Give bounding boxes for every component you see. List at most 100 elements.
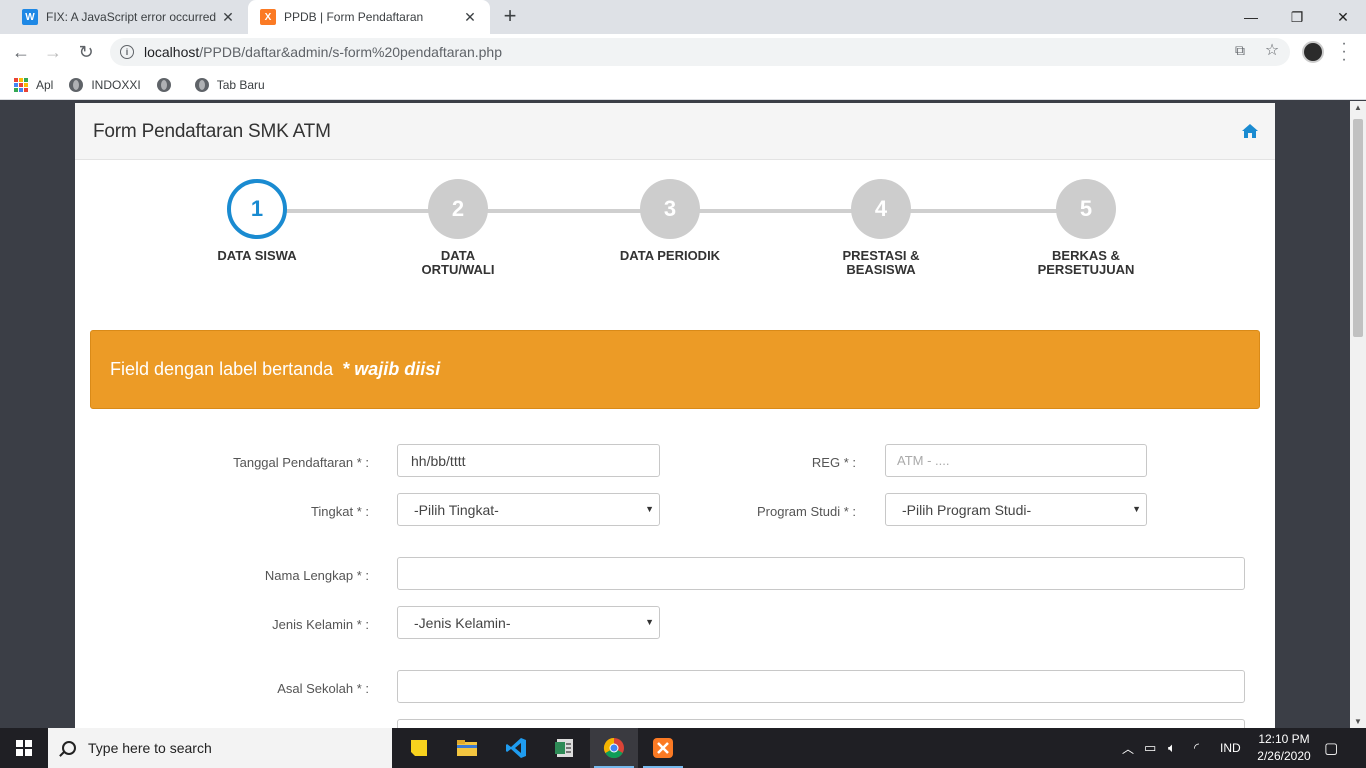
tab-title: FIX: A JavaScript error occurred in xyxy=(46,10,220,24)
file-explorer-app[interactable] xyxy=(443,728,491,768)
start-button[interactable] xyxy=(0,728,48,768)
bookmark-label: Tab Baru xyxy=(216,77,265,92)
step-circle: 4 xyxy=(851,179,911,239)
volume-icon[interactable]: 🔈︎ xyxy=(1168,728,1176,768)
asal-sekolah-label: Asal Sekolah * : xyxy=(277,681,369,696)
globe-icon xyxy=(69,77,84,92)
back-arrow-icon[interactable]: ← xyxy=(9,40,33,64)
nama-lengkap-label: Nama Lengkap * : xyxy=(264,568,369,583)
nama-lengkap-input[interactable] xyxy=(397,557,1245,590)
vscode-icon xyxy=(506,738,526,758)
scrollbar-thumb[interactable] xyxy=(1353,119,1363,337)
step-circle: 1 xyxy=(227,179,287,239)
step-circle: 5 xyxy=(1056,179,1116,239)
show-hidden-icons[interactable]: ︿ xyxy=(1122,728,1134,768)
reg-label: REG * : xyxy=(811,455,856,470)
globe-icon xyxy=(194,77,209,92)
reload-icon[interactable]: ↻ xyxy=(74,40,98,64)
form-panel: Form Pendaftaran SMK ATM 1 DATA SISWA 2 … xyxy=(75,103,1275,728)
panel-title: Form Pendaftaran SMK ATM xyxy=(93,121,331,142)
search-icon xyxy=(62,741,76,755)
windows-logo-icon xyxy=(16,740,32,756)
program-studi-label: Program Studi * : xyxy=(757,504,856,519)
language-indicator[interactable]: IND xyxy=(1220,728,1241,768)
chrome-app[interactable] xyxy=(590,728,638,768)
star-icon[interactable]: ☆ xyxy=(1262,40,1282,60)
tanggal-pendaftaran-label: Tanggal Pendaftaran * : xyxy=(233,455,369,470)
folder-icon xyxy=(457,740,477,756)
notification-icon[interactable]: ▢ xyxy=(1324,728,1338,768)
taskbar-search[interactable]: Type here to search xyxy=(48,728,392,768)
step-label: PRESTASI & BEASISWA xyxy=(842,248,920,277)
bookmark-globe[interactable] xyxy=(156,77,179,92)
clock-time: 12:10 PM xyxy=(1258,732,1310,746)
alert-strong-text: * wajib diisi xyxy=(342,359,441,379)
info-icon[interactable]: i xyxy=(120,45,134,59)
xampp-app[interactable] xyxy=(639,728,687,768)
minimize-icon[interactable]: — xyxy=(1228,0,1274,34)
wizard-stepper: 1 DATA SISWA 2 DATA ORTU/WALI 3 DATA PERI… xyxy=(75,179,1275,289)
next-field-input[interactable] xyxy=(397,719,1245,728)
step-2[interactable]: 2 DATA ORTU/WALI xyxy=(378,179,538,277)
step-1[interactable]: 1 DATA SISWA xyxy=(177,179,337,263)
jenis-kelamin-selected: -Jenis Kelamin- xyxy=(414,615,511,631)
windows-taskbar: Type here to search ︿ ▭ 🔈︎ ◜ IND 12:10 P… xyxy=(0,728,1366,768)
bookmark-indoxxi[interactable]: INDOXXI xyxy=(69,77,141,92)
close-window-icon[interactable]: ✕ xyxy=(1320,0,1366,34)
kebab-menu-icon[interactable]: · · · xyxy=(1336,36,1352,68)
jenis-kelamin-label: Jenis Kelamin * : xyxy=(272,617,369,632)
system-clock[interactable]: 12:10 PM 2/26/2020 xyxy=(1248,731,1320,765)
step-4[interactable]: 4 PRESTASI & BEASISWA xyxy=(801,179,961,277)
step-5[interactable]: 5 BERKAS & PERSETUJUAN xyxy=(1006,179,1166,277)
forward-arrow-icon[interactable]: → xyxy=(41,40,65,64)
step-label: DATA ORTU/WALI xyxy=(421,248,495,277)
tingkat-select[interactable]: -Pilih Tingkat- ▼ xyxy=(397,493,660,526)
alert-text: Field dengan label bertanda xyxy=(110,359,334,379)
bookmark-label: Apl xyxy=(36,77,54,92)
wifi-icon[interactable]: ◜ xyxy=(1194,728,1199,768)
program-studi-select[interactable]: -Pilih Program Studi- ▼ xyxy=(885,493,1147,526)
asal-sekolah-input[interactable] xyxy=(397,670,1245,703)
globe-icon xyxy=(156,77,171,92)
tanggal-pendaftaran-input[interactable]: hh/bb/tttt xyxy=(397,444,660,477)
xampp-favicon-icon: X xyxy=(260,9,276,25)
step-label: DATA SISWA xyxy=(217,248,297,263)
close-tab-icon[interactable]: ✕ xyxy=(462,9,478,26)
close-tab-icon[interactable]: ✕ xyxy=(220,9,236,26)
scroll-up-icon[interactable]: ▲ xyxy=(1354,103,1362,112)
home-icon[interactable] xyxy=(1241,123,1259,139)
page-scrollbar[interactable]: ▲ ▼ xyxy=(1350,101,1366,728)
step-label: BERKAS & PERSETUJUAN xyxy=(1037,248,1135,277)
sticky-notes-icon xyxy=(411,740,427,756)
bookmark-apps[interactable]: Apl xyxy=(14,77,54,92)
battery-icon[interactable]: ▭ xyxy=(1144,728,1156,768)
spreadsheet-app[interactable] xyxy=(541,728,589,768)
restore-icon[interactable]: ❐ xyxy=(1274,0,1320,34)
jenis-kelamin-select[interactable]: -Jenis Kelamin- ▼ xyxy=(397,606,660,639)
new-tab-button[interactable]: + xyxy=(498,5,522,29)
tab-fix-javascript[interactable]: W FIX: A JavaScript error occurred in ✕ xyxy=(10,0,248,34)
scroll-down-icon[interactable]: ▼ xyxy=(1354,717,1362,726)
bookmark-tab-baru[interactable]: Tab Baru xyxy=(194,77,265,92)
vscode-app[interactable] xyxy=(492,728,540,768)
tingkat-selected: -Pilih Tingkat- xyxy=(414,502,499,518)
clock-date: 2/26/2020 xyxy=(1257,749,1311,763)
required-fields-alert: Field dengan label bertanda * wajib diis… xyxy=(90,330,1260,409)
profile-avatar[interactable] xyxy=(1302,41,1324,63)
tab-strip: W FIX: A JavaScript error occurred in ✕ … xyxy=(0,0,1366,34)
url-host: localhost xyxy=(144,44,200,60)
apps-grid-icon xyxy=(14,77,28,92)
reg-input[interactable]: ATM - .... xyxy=(885,444,1147,477)
sticky-notes-app[interactable] xyxy=(395,728,443,768)
browser-toolbar: ← → ↻ i localhost/PPDB/daftar&admin/s-fo… xyxy=(0,34,1366,70)
address-bar[interactable]: i localhost/PPDB/daftar&admin/s-form%20p… xyxy=(110,38,1290,66)
dropdown-caret-icon: ▼ xyxy=(645,617,654,627)
tingkat-label: Tingkat * : xyxy=(310,504,369,519)
step-3[interactable]: 3 DATA PERIODIK xyxy=(590,179,750,263)
bookmark-label: INDOXXI xyxy=(91,77,141,92)
tab-ppdb-form[interactable]: X PPDB | Form Pendaftaran ✕ xyxy=(248,0,490,34)
translate-icon[interactable]: ⧉ xyxy=(1230,42,1250,62)
bookmarks-bar: Apl INDOXXI Tab Baru xyxy=(0,70,1366,100)
dropdown-caret-icon: ▼ xyxy=(645,504,654,514)
chrome-icon xyxy=(603,737,624,759)
